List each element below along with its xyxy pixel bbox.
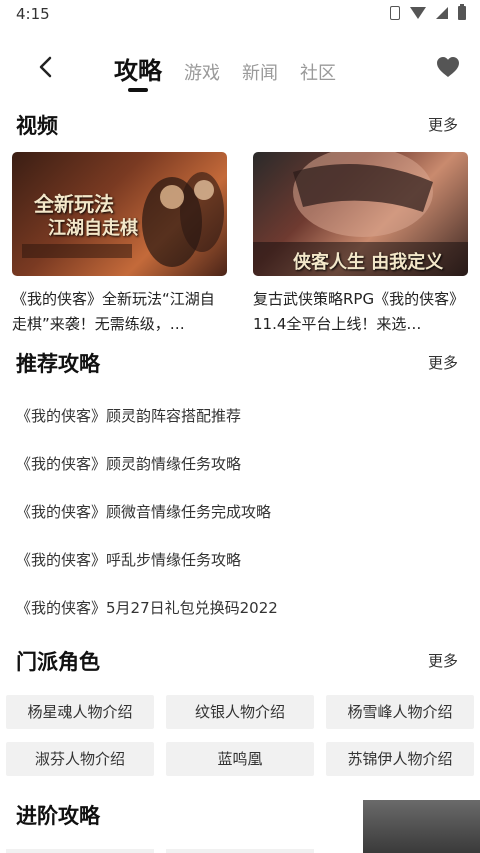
tab-guides[interactable]: 攻略: [114, 51, 162, 92]
roles-more-link[interactable]: 更多: [428, 650, 458, 671]
signal-icon: [436, 7, 448, 19]
roles-section-title: 门派角色: [16, 650, 100, 674]
advanced-section-title: 进阶攻略: [16, 804, 100, 828]
guide-list-item[interactable]: 《我的侠客》顾微音情缘任务完成攻略: [16, 501, 271, 522]
status-bar: 4:15: [0, 0, 480, 28]
guide-list-item[interactable]: 《我的侠客》顾灵韵情缘任务攻略: [16, 453, 241, 474]
wifi-icon: [410, 7, 426, 19]
role-chip[interactable]: 蓝鸣凰: [166, 742, 314, 776]
video-overlay-text: 全新玩法: [34, 192, 114, 216]
tab-news[interactable]: 新闻: [242, 59, 278, 85]
floating-video-thumbnail[interactable]: [363, 800, 480, 853]
top-nav: 攻略 游戏 新闻 社区: [0, 45, 480, 95]
status-icons: [390, 4, 466, 20]
role-chip[interactable]: 杨雪峰人物介绍: [326, 695, 474, 729]
guides-more-link[interactable]: 更多: [428, 352, 458, 373]
vibrate-icon: [390, 6, 400, 20]
video-thumbnail[interactable]: 侠客人生 由我定义: [253, 152, 468, 276]
video-title[interactable]: 《我的侠客》全新玩法“江湖自走棋”来袭！无需练级，…: [12, 287, 227, 337]
battery-icon: [458, 4, 466, 20]
guides-section-title: 推荐攻略: [16, 352, 100, 376]
guide-list-item[interactable]: 《我的侠客》5月27日礼包兑换码2022: [16, 597, 278, 618]
role-chip[interactable]: 淑芬人物介绍: [6, 742, 154, 776]
favorite-heart-icon[interactable]: [436, 56, 460, 78]
role-chip[interactable]: 苏锦伊人物介绍: [326, 742, 474, 776]
video-card[interactable]: 全新玩法 江湖自走棋 《我的侠客》全新玩法“江湖自走棋”来袭！无需练级，…: [12, 152, 227, 337]
guide-list-item[interactable]: 《我的侠客》呼乱步情缘任务攻略: [16, 549, 241, 570]
advanced-item-edge[interactable]: [6, 849, 154, 853]
tab-games[interactable]: 游戏: [184, 59, 220, 85]
status-time: 4:15: [16, 5, 50, 23]
video-thumbnail[interactable]: 全新玩法 江湖自走棋: [12, 152, 227, 276]
video-card[interactable]: 侠客人生 由我定义 复古武侠策略RPG《我的侠客》11.4全平台上线！来选…: [253, 152, 468, 337]
role-chip[interactable]: 纹银人物介绍: [166, 695, 314, 729]
video-overlay-text: 侠客人生 由我定义: [293, 252, 444, 273]
videos-more-link[interactable]: 更多: [428, 114, 458, 135]
video-title[interactable]: 复古武侠策略RPG《我的侠客》11.4全平台上线！来选…: [253, 287, 468, 337]
guide-list-item[interactable]: 《我的侠客》顾灵韵阵容搭配推荐: [16, 405, 241, 426]
back-arrow-icon[interactable]: [34, 55, 58, 79]
tab-bar: 攻略 游戏 新闻 社区: [114, 51, 336, 92]
videos-section-title: 视频: [16, 114, 58, 138]
advanced-item-edge[interactable]: [166, 849, 314, 853]
video-overlay-text: 江湖自走棋: [48, 218, 138, 239]
tab-community[interactable]: 社区: [300, 59, 336, 85]
role-chip[interactable]: 杨星魂人物介绍: [6, 695, 154, 729]
